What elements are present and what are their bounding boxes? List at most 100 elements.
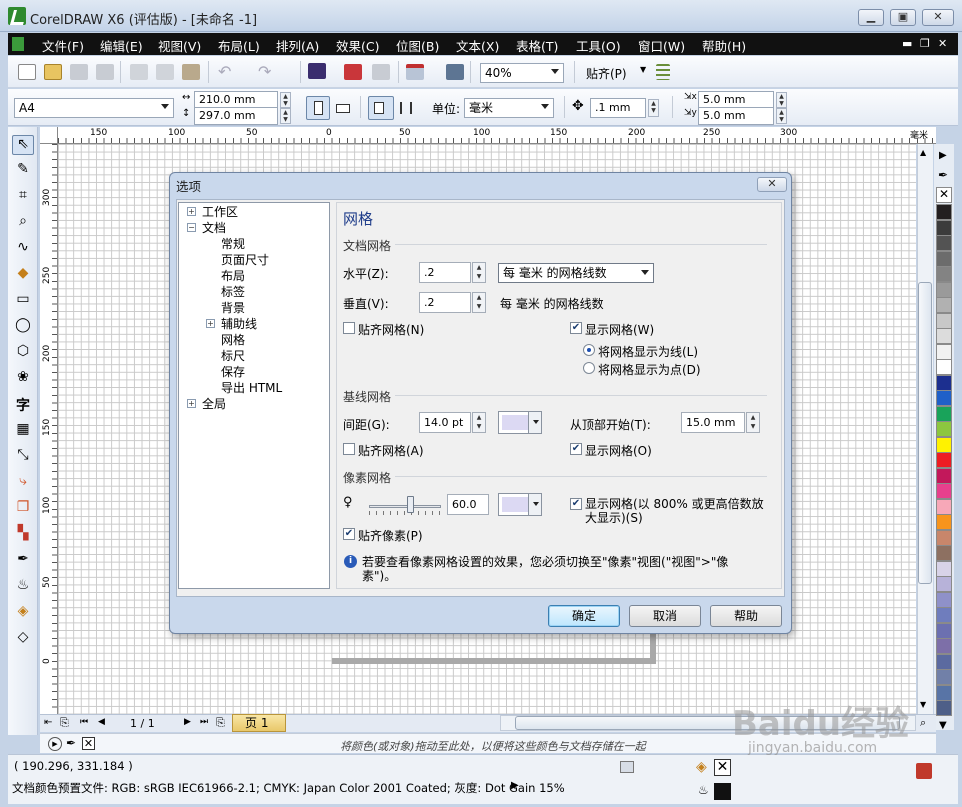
color-swatch[interactable] [936, 235, 952, 251]
doc-close-icon[interactable]: ✕ [938, 37, 947, 50]
show-grid-checkbox[interactable]: ✔ [570, 322, 582, 334]
menu-help[interactable]: 帮助(H) [702, 36, 746, 55]
page-width-spinner[interactable]: ▲ ▼ [280, 92, 291, 108]
page-tab[interactable]: 页 1 [232, 714, 286, 732]
menu-file[interactable]: 文件(F) [42, 36, 84, 55]
color-profile-text[interactable]: 文档颜色预置文件: RGB: sRGB IEC61966-2.1; CMYK: … [12, 780, 565, 796]
baseline-color-picker[interactable] [498, 411, 542, 434]
eyedropper-icon[interactable]: ✒ [66, 736, 76, 750]
start-from-top-spinner[interactable]: ▲ ▼ [746, 412, 760, 433]
color-swatch[interactable] [936, 483, 952, 499]
tree-item-guidelines[interactable]: 辅助线 [221, 315, 257, 332]
tree-item-rulers[interactable]: 标尺 [221, 347, 245, 364]
portrait-button[interactable] [306, 96, 330, 120]
show-grid-label[interactable]: 显示网格(W) [585, 321, 654, 338]
color-swatch[interactable] [936, 390, 952, 406]
maximize-button[interactable]: ▣ [890, 9, 916, 26]
color-swatch[interactable] [936, 467, 952, 484]
go-last-icon[interactable]: ⏭ [200, 717, 208, 727]
zoom-tool-icon[interactable]: ⌕ [12, 213, 34, 233]
snap-to-pixels-label[interactable]: 贴齐像素(P) [358, 527, 423, 544]
opacity-input[interactable]: 60.0 [447, 494, 489, 515]
opacity-slider-thumb[interactable] [407, 496, 414, 513]
dimension-tool-icon[interactable]: ⤡ [12, 447, 34, 467]
vertical-grid-spinner[interactable]: ▲ ▼ [472, 292, 486, 313]
grid-as-lines-radio[interactable] [583, 344, 595, 356]
color-swatch[interactable] [936, 576, 952, 592]
menu-arrange[interactable]: 排列(A) [276, 36, 319, 55]
color-swatch[interactable] [936, 374, 952, 391]
color-swatch[interactable] [936, 343, 952, 360]
copy-icon[interactable] [156, 64, 174, 80]
doc-minimize-icon[interactable]: ▬ [902, 37, 912, 50]
first-page-icon[interactable]: ⇤ [44, 717, 52, 728]
vertical-scroll-thumb[interactable] [918, 282, 932, 584]
color-swatch[interactable] [936, 266, 952, 282]
tree-item-label[interactable]: 标签 [221, 283, 245, 300]
interactive-fill-tool-icon[interactable]: ◇ [12, 629, 34, 649]
current-page-button[interactable] [398, 99, 416, 117]
outline-pen-tool-icon[interactable]: ♨ [12, 577, 34, 597]
grid-as-dots-radio[interactable] [583, 362, 595, 374]
color-swatch[interactable] [936, 250, 952, 267]
tree-item-global[interactable]: 全局 [202, 395, 226, 412]
color-swatch[interactable] [936, 421, 952, 437]
ellipse-tool-icon[interactable]: ◯ [12, 317, 34, 337]
vertical-ruler[interactable]: 300 250 200 150 100 50 0 [40, 144, 58, 714]
baseline-snap-checkbox[interactable] [343, 443, 355, 455]
user-icon[interactable] [916, 763, 932, 779]
pick-tool-icon[interactable]: ⇖ [12, 135, 34, 155]
add-page-before-icon[interactable]: ⎘ [60, 716, 69, 730]
scroll-down-icon[interactable]: ▼ [920, 700, 926, 709]
open-folder-icon[interactable] [44, 64, 62, 80]
help-button[interactable]: 帮助 [710, 605, 782, 627]
color-swatch[interactable] [936, 700, 952, 716]
scroll-up-icon[interactable]: ▲ [920, 148, 926, 157]
tree-item-layout[interactable]: 布局 [221, 267, 245, 284]
paper-size-select[interactable]: A4 [14, 98, 174, 118]
expand-icon[interactable]: + [187, 207, 196, 216]
ruler-origin[interactable] [40, 127, 58, 144]
menu-edit[interactable]: 编辑(E) [100, 36, 143, 55]
minimize-button[interactable]: ▁ [858, 9, 884, 26]
color-swatch[interactable] [936, 669, 952, 685]
tree-item-document[interactable]: 文档 [202, 219, 226, 236]
tree-item-export-html[interactable]: 导出 HTML [221, 379, 282, 396]
save-icon[interactable] [70, 64, 88, 80]
color-swatch[interactable] [936, 591, 952, 608]
outline-color-swatch[interactable] [714, 783, 731, 800]
cut-icon[interactable] [130, 64, 148, 80]
baseline-show-label[interactable]: 显示网格(O) [585, 442, 652, 459]
color-swatch[interactable] [936, 498, 952, 515]
snap-to-grid-label[interactable]: 贴齐网格(N) [358, 321, 424, 338]
duplicate-distance-y-input[interactable]: 5.0 mm [698, 107, 774, 125]
baseline-show-checkbox[interactable]: ✔ [570, 443, 582, 455]
snap-to-grid-checkbox[interactable] [343, 322, 355, 334]
tree-item-save[interactable]: 保存 [221, 363, 245, 380]
previous-page-icon[interactable]: ◀ [98, 717, 105, 727]
connector-tool-icon[interactable]: ⤷ [12, 473, 34, 493]
color-swatch[interactable] [936, 405, 952, 422]
ok-button[interactable]: 确定 [548, 605, 620, 627]
expand-icon[interactable]: + [187, 399, 196, 408]
color-swatch[interactable] [936, 328, 952, 344]
pixel-show-checkbox[interactable]: ✔ [570, 498, 582, 510]
menu-text[interactable]: 文本(X) [456, 36, 499, 55]
page-height-spinner[interactable]: ▲ ▼ [280, 108, 291, 124]
all-pages-button[interactable] [368, 96, 394, 120]
paste-icon[interactable] [182, 64, 200, 80]
vertical-grid-input[interactable]: .2 [419, 292, 471, 313]
duplicate-y-spinner[interactable]: ▲ ▼ [776, 108, 787, 124]
undo-icon[interactable]: ↶ [218, 62, 231, 81]
baseline-snap-label[interactable]: 贴齐网格(A) [358, 442, 424, 459]
eyedropper-palette-icon[interactable]: ✒ [938, 168, 948, 182]
welcome-screen-icon[interactable] [446, 64, 464, 80]
doc-restore-icon[interactable]: ❐ [920, 37, 930, 50]
color-swatch[interactable] [936, 622, 952, 639]
application-launcher-icon[interactable] [406, 64, 424, 80]
close-button[interactable]: ✕ [922, 9, 954, 26]
page-height-input[interactable]: 297.0 mm [194, 107, 278, 125]
color-swatch[interactable] [936, 452, 952, 468]
export-icon[interactable] [344, 64, 362, 80]
palette-scroll-down-icon[interactable]: ▼ [939, 720, 947, 731]
